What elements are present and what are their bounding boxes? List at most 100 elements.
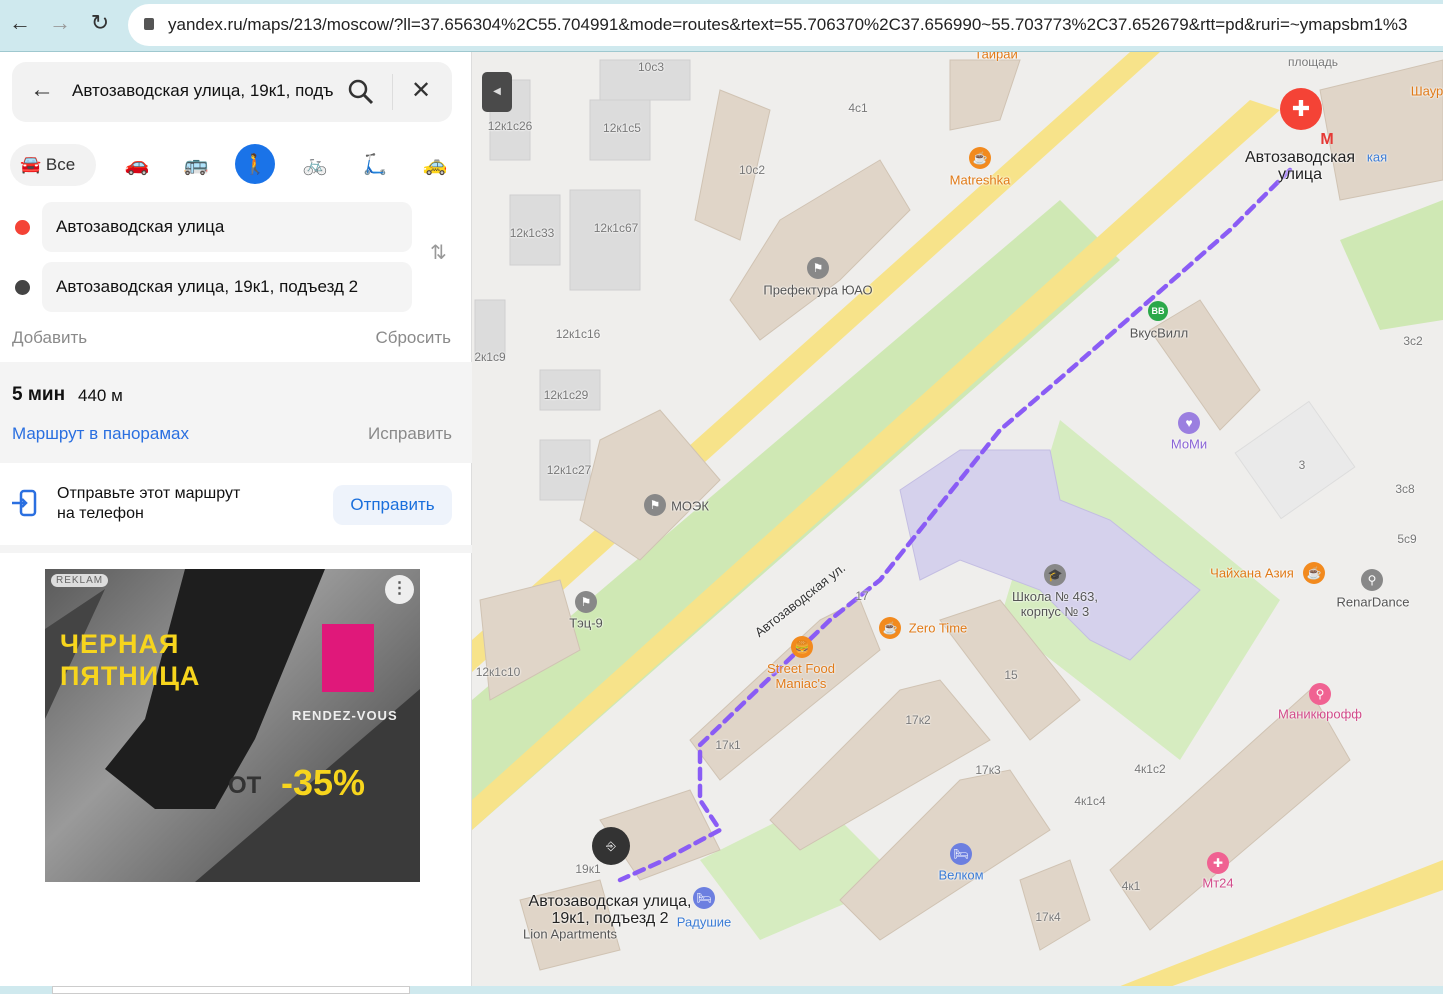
mode-all[interactable]: 🚘 Все xyxy=(10,144,96,186)
poi-label[interactable]: Шаур xyxy=(1411,84,1443,99)
poi-label[interactable]: Радушие xyxy=(677,915,731,930)
poi-label[interactable]: Таирай xyxy=(974,52,1018,62)
map-label: 17к4 xyxy=(1035,910,1061,924)
map-label: 12к1с10 xyxy=(475,665,521,679)
moek-icon[interactable]: ⚑ xyxy=(644,494,666,516)
poi-label[interactable]: МОЭК xyxy=(671,499,709,514)
swap-icon[interactable]: ⇅ xyxy=(430,240,447,265)
phone-send-icon xyxy=(12,489,37,517)
map-label: 12к1с27 xyxy=(546,463,592,477)
route-duration: 5 мин xyxy=(12,384,66,405)
lock-icon xyxy=(144,18,154,30)
map-canvas[interactable]: ◀ ✚ ⎆ BB ♥ ✚ ⚲ ☕ 🍔 ☕ ☕ 🛏 🛏 ⚑ ⚑ ⚑ 🎓 ⚲ M 1… xyxy=(472,52,1443,994)
search-input[interactable]: Автозаводская улица, 19к1, подъезд 2 xyxy=(72,81,334,101)
to-field[interactable]: Автозаводская улица, 19к1, подъезд 2 xyxy=(42,262,412,312)
reload-icon[interactable]: ↻ xyxy=(85,10,115,36)
poi-label[interactable]: Zero Time xyxy=(909,621,968,636)
from-field[interactable]: Автозаводская улица xyxy=(42,202,412,252)
poi-label[interactable]: Street Food Maniac's xyxy=(756,661,846,691)
map-label: кая xyxy=(1366,149,1388,165)
address-bar[interactable]: yandex.ru/maps/213/moscow/?ll=37.656304%… xyxy=(128,4,1443,46)
velcom-icon[interactable]: 🛏 xyxy=(950,843,972,865)
back-icon[interactable]: ← xyxy=(5,10,35,36)
search-box[interactable]: ← Автозаводская улица, 19к1, подъезд 2 ✕ xyxy=(12,62,452,122)
ad-headline-1: ЧЕРНАЯ xyxy=(60,629,180,659)
poi-label[interactable]: Тэц-9 xyxy=(569,616,603,631)
bus-icon: 🚌 xyxy=(183,154,209,176)
start-pin-icon[interactable]: ✚ xyxy=(1280,88,1322,130)
metro-station-label[interactable]: Автозаводская улица xyxy=(1235,149,1365,183)
manicure-icon[interactable]: ⚲ xyxy=(1309,683,1331,705)
map-label: 12к1с5 xyxy=(603,121,641,135)
entrance-pin-icon[interactable]: ⎆ xyxy=(592,827,630,865)
ad-brand: RENDEZ-VOUS xyxy=(292,708,398,723)
prefecture-icon[interactable]: ⚑ xyxy=(807,257,829,279)
map-label: 12к1с67 xyxy=(593,221,639,235)
map-label: 15 xyxy=(1004,668,1018,682)
poi-label[interactable]: Маникюрофф xyxy=(1278,707,1362,722)
map-label: 17к3 xyxy=(975,763,1001,777)
send-button[interactable]: Отправить xyxy=(333,485,452,525)
mt24-icon[interactable]: ✚ xyxy=(1207,852,1229,874)
map-label: 3 xyxy=(1298,458,1306,472)
vkusvill-icon[interactable]: BB xyxy=(1148,301,1168,321)
map-label: 10с2 xyxy=(738,163,766,177)
poi-label[interactable]: Школа № 463, корпус № 3 xyxy=(1005,589,1105,619)
send-text-2: на телефон xyxy=(57,505,144,522)
send-text-1: Отправьте этот маршрут xyxy=(57,485,241,502)
destination-label: Автозаводская улица, 19к1, подъезд 2 xyxy=(528,893,692,927)
map-label: 12к1с16 xyxy=(555,327,601,341)
close-icon[interactable]: ✕ xyxy=(411,76,431,105)
ad-badge: REKLAM xyxy=(51,574,109,587)
map-label: 3с8 xyxy=(1395,482,1415,496)
taxi-icon: 🚕 xyxy=(422,154,448,176)
poi-label[interactable]: Lion Apartments xyxy=(523,927,617,942)
map-label: 4к1 xyxy=(1121,879,1141,893)
chaikhana-icon[interactable]: ☕ xyxy=(1303,562,1325,584)
school-icon[interactable]: 🎓 xyxy=(1044,564,1066,586)
mode-bicycle[interactable]: 🚲 xyxy=(294,144,336,186)
brand-logo xyxy=(322,624,374,692)
status-strip xyxy=(0,986,1443,994)
more-options-icon[interactable]: ⋮ xyxy=(385,575,414,604)
poi-label[interactable]: ВкусВилл xyxy=(1130,326,1188,341)
mode-scooter[interactable]: 🛴 xyxy=(354,144,396,186)
search-icon[interactable] xyxy=(348,79,374,105)
poi-label[interactable]: Чайхана Азия xyxy=(1210,566,1294,581)
panorama-link[interactable]: Маршрут в панорамах xyxy=(12,424,189,444)
zerotime-icon[interactable]: ☕ xyxy=(879,617,901,639)
mode-transit[interactable]: 🚌 xyxy=(175,144,217,186)
back-arrow-icon[interactable]: ← xyxy=(30,76,54,104)
mode-taxi[interactable]: 🚕 xyxy=(414,144,456,186)
map-label: 2к1с9 xyxy=(474,350,506,364)
divider xyxy=(0,545,472,553)
tec-icon[interactable]: ⚑ xyxy=(575,591,597,613)
route-summary[interactable]: 5 мин 440 м Маршрут в панорамах Исправит… xyxy=(0,362,472,463)
advertisement-banner[interactable]: REKLAM ⋮ ЧЕРНАЯ ПЯТНИЦА RENDEZ-VOUS ОТ -… xyxy=(45,569,420,882)
streetfood-icon[interactable]: 🍔 xyxy=(791,636,813,658)
mode-pedestrian[interactable]: 🚶 xyxy=(235,144,275,184)
end-dot-icon xyxy=(15,280,30,295)
poi-label[interactable]: Мт24 xyxy=(1202,876,1233,891)
renardance-icon[interactable]: ⚲ xyxy=(1361,569,1383,591)
poi-label[interactable]: Matreshka xyxy=(950,173,1011,188)
fix-link[interactable]: Исправить xyxy=(368,424,452,444)
mode-car[interactable]: 🚗 xyxy=(116,144,158,186)
poi-label[interactable]: RenarDance xyxy=(1337,595,1410,610)
momi-icon[interactable]: ♥ xyxy=(1178,412,1200,434)
poi-label[interactable]: Велком xyxy=(938,868,983,883)
forward-icon[interactable]: → xyxy=(45,10,75,36)
route-panel: ← Автозаводская улица, 19к1, подъезд 2 ✕… xyxy=(0,52,472,994)
matreshka-icon[interactable]: ☕ xyxy=(969,147,991,169)
map-label: 12к1с26 xyxy=(487,119,533,133)
poi-label[interactable]: Префектура ЮАО xyxy=(763,283,872,298)
map-label: 19к1 xyxy=(575,862,601,876)
poi-label[interactable]: МоМи xyxy=(1171,437,1207,452)
bicycle-icon: 🚲 xyxy=(302,154,328,176)
collapse-panel-button[interactable]: ◀ xyxy=(482,72,512,112)
map-label: 17к2 xyxy=(905,713,931,727)
reset-link[interactable]: Сбросить xyxy=(375,328,451,348)
start-dot-icon xyxy=(15,220,30,235)
cars-icon: 🚘 xyxy=(20,155,42,174)
add-point-link[interactable]: Добавить xyxy=(12,328,87,348)
